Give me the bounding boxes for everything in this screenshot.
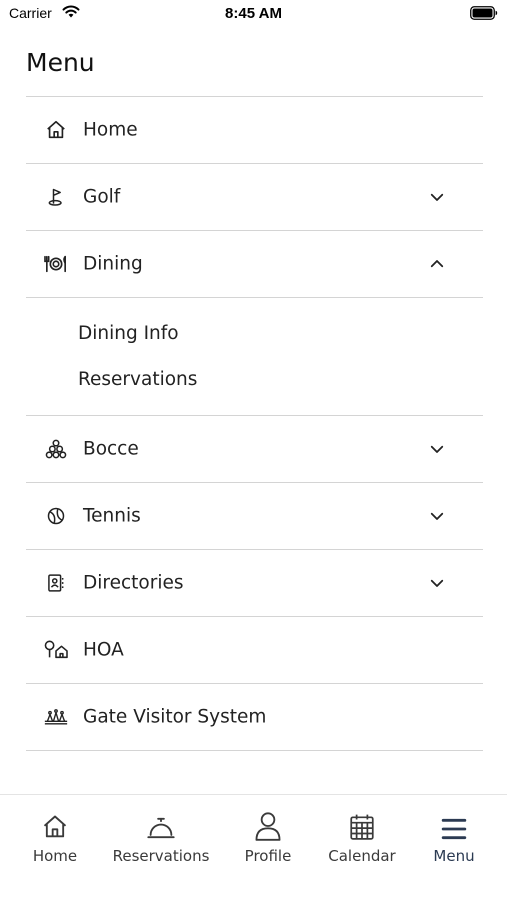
chevron-down-icon[interactable]	[427, 187, 447, 207]
tab-reservations[interactable]: Reservations	[106, 809, 216, 865]
tennis-icon	[44, 504, 68, 528]
menu-item-tennis[interactable]: Tennis	[26, 483, 483, 550]
menu-item-label: HOA	[83, 639, 124, 661]
battery-icon	[470, 6, 498, 20]
tab-home[interactable]: Home	[0, 809, 110, 865]
bocce-icon	[44, 437, 68, 461]
status-time: 8:45 AM	[225, 5, 282, 22]
menu-item-golf[interactable]: Golf	[26, 164, 483, 231]
menu-item-label: Tennis	[83, 505, 141, 527]
hamburger-icon	[399, 809, 507, 841]
page-title: Menu	[26, 48, 95, 77]
dining-icon	[44, 252, 68, 276]
menu-item-gate-visitor-system[interactable]: Gate Visitor System	[26, 684, 483, 751]
menu-list: Home Golf Dining Dining Info Reservation…	[26, 97, 483, 751]
menu-item-home[interactable]: Home	[26, 97, 483, 164]
dining-submenu: Dining Info Reservations	[26, 298, 483, 416]
hoa-icon	[44, 638, 68, 662]
menu-item-label: Home	[83, 119, 138, 141]
menu-item-label: Golf	[83, 186, 121, 208]
menu-item-label: Directories	[83, 572, 184, 594]
submenu-item-reservations[interactable]: Reservations	[78, 369, 197, 390]
tab-label: Home	[32, 847, 78, 865]
menu-item-label: Bocce	[83, 438, 139, 460]
menu-item-bocce[interactable]: Bocce	[26, 416, 483, 483]
home-icon	[0, 809, 110, 841]
submenu-item-dining-info[interactable]: Dining Info	[78, 323, 179, 344]
chevron-down-icon[interactable]	[427, 439, 447, 459]
golf-icon	[44, 185, 68, 209]
tab-label: Reservations	[112, 847, 210, 865]
tab-label: Menu	[433, 847, 475, 865]
gate-icon	[44, 705, 68, 729]
menu-item-hoa[interactable]: HOA	[26, 617, 483, 684]
menu-item-label: Dining	[83, 253, 143, 275]
chevron-down-icon[interactable]	[427, 506, 447, 526]
home-icon	[44, 118, 68, 142]
chevron-down-icon[interactable]	[427, 573, 447, 593]
tab-menu[interactable]: Menu	[399, 809, 507, 865]
menu-item-directories[interactable]: Directories	[26, 550, 483, 617]
menu-item-dining[interactable]: Dining	[26, 231, 483, 298]
chevron-up-icon[interactable]	[427, 254, 447, 274]
directories-icon	[44, 571, 68, 595]
tab-bar: Home Reservations Profile Calendar Menu	[0, 794, 507, 900]
bell-icon	[106, 809, 216, 841]
status-bar: Carrier 8:45 AM	[0, 0, 507, 28]
menu-item-label: Gate Visitor System	[83, 706, 267, 728]
